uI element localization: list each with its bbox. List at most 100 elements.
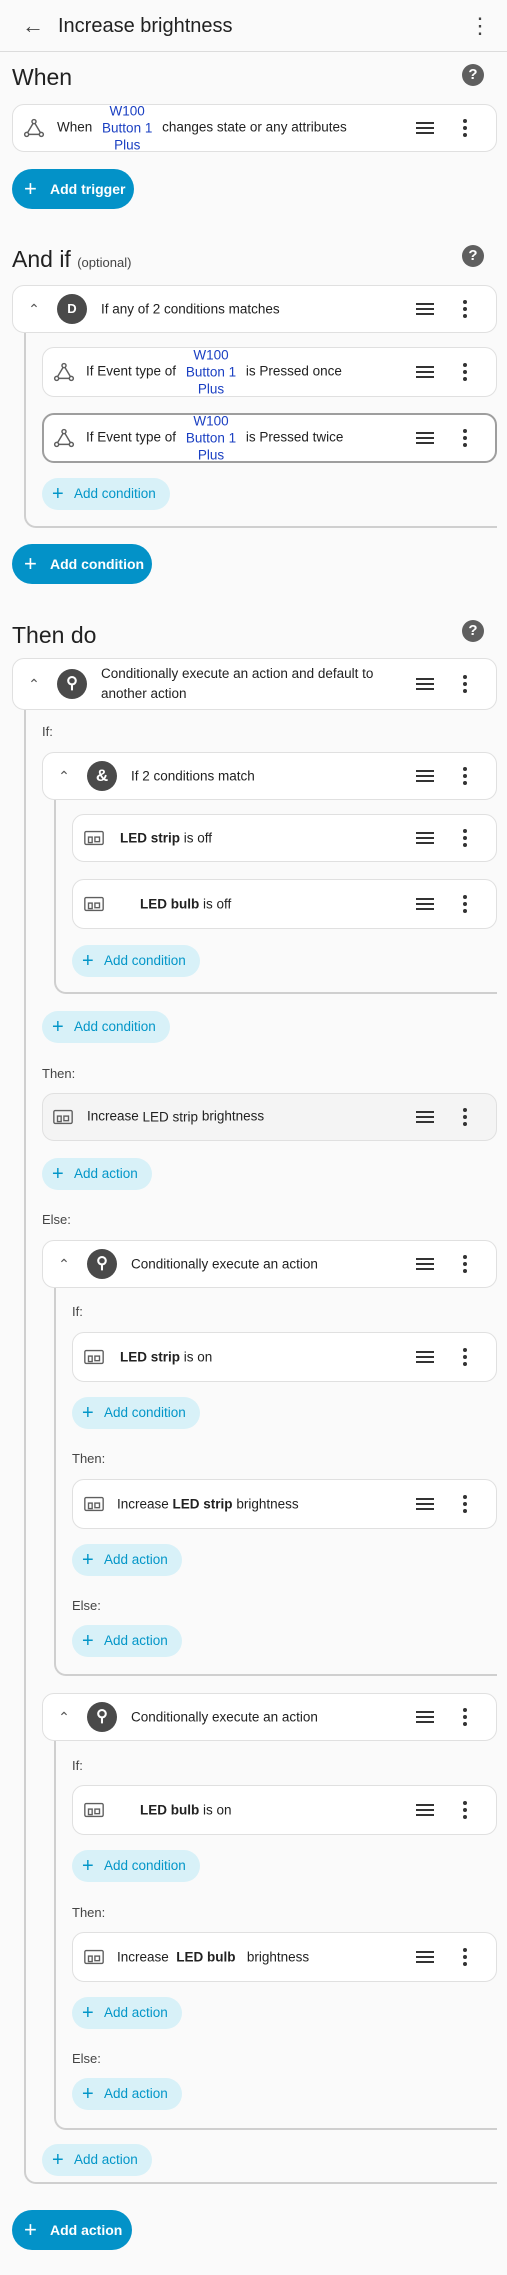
then-do-heading: Then do [12, 622, 97, 648]
add-condition-button[interactable]: + Add condition [42, 478, 170, 510]
dots-vertical-icon[interactable] [463, 895, 467, 913]
state-change-icon [23, 118, 45, 138]
add-action-button[interactable]: + Add action [72, 1625, 182, 1657]
device-icon [84, 1496, 104, 1512]
if-label: If: [72, 1758, 83, 1773]
dots-vertical-icon[interactable] [463, 1255, 467, 1273]
entity-name[interactable]: LED bulb [176, 1950, 235, 1965]
when-heading: When [12, 64, 73, 90]
add-action-button[interactable]: + Add action [72, 1544, 182, 1576]
drag-handle-icon[interactable] [416, 678, 434, 690]
dots-vertical-icon[interactable] [463, 363, 467, 381]
dots-vertical-icon[interactable] [463, 1948, 467, 1966]
then-label: Then: [72, 1451, 106, 1466]
action-row[interactable]: Increase LED strip brightness [72, 1479, 497, 1529]
plus-icon: + [24, 2217, 37, 2242]
add-action-button[interactable]: + Add action [42, 2144, 152, 2176]
dots-vertical-icon[interactable] [463, 119, 467, 137]
drag-handle-icon[interactable] [416, 1804, 434, 1816]
arrow-left-icon[interactable]: ← [18, 11, 48, 41]
dots-vertical-icon[interactable] [463, 429, 467, 447]
dots-vertical-icon[interactable] [463, 1108, 467, 1126]
plus-icon: + [52, 483, 64, 505]
and-condition-row[interactable]: ⌃ & If 2 conditions match [42, 752, 497, 800]
plus-icon: + [52, 1163, 64, 1185]
choose-action-row[interactable]: ⌃ ⚲ Conditionally execute an action and … [12, 658, 497, 710]
add-action-button[interactable]: + Add action [72, 1997, 182, 2029]
entity-name[interactable]: LED strip [173, 1497, 233, 1512]
dots-vertical-icon[interactable] [463, 1495, 467, 1513]
condition-row[interactable]: LED bulb is on [72, 1785, 497, 1835]
condition-row[interactable]: If Event type of W100 Button 1 Plus is Pre… [42, 413, 497, 463]
condition-row[interactable]: LED bulb is off [72, 879, 497, 929]
drag-handle-icon[interactable] [416, 1498, 434, 1510]
add-action-button[interactable]: + Add action [12, 2210, 132, 2250]
help-circle-icon[interactable]: ? [462, 64, 484, 86]
device-icon [84, 896, 104, 912]
drag-handle-icon[interactable] [416, 122, 434, 134]
choose-action-row[interactable]: ⌃ ⚲ Conditionally execute an action [42, 1240, 497, 1288]
drag-handle-icon[interactable] [416, 832, 434, 844]
else-label: Else: [72, 1598, 101, 1613]
dots-vertical-icon[interactable] [463, 1348, 467, 1366]
plus-icon: + [52, 2149, 64, 2171]
or-condition-row[interactable]: ⌃ D If any of 2 conditions matches [12, 285, 497, 333]
trigger-row[interactable]: When W100 Button 1 Plus changes state or a… [12, 103, 497, 154]
add-condition-button[interactable]: + Add condition [72, 1397, 200, 1429]
drag-handle-icon[interactable] [416, 432, 434, 444]
dots-vertical-icon[interactable] [463, 829, 467, 847]
add-condition-button[interactable]: + Add condition [72, 1850, 200, 1882]
drag-handle-icon[interactable] [416, 1351, 434, 1363]
entity-name[interactable]: LED bulb [140, 897, 199, 912]
add-action-button[interactable]: + Add action [72, 2078, 182, 2110]
drag-handle-icon[interactable] [416, 1111, 434, 1123]
device-icon [53, 1109, 73, 1125]
drag-handle-icon[interactable] [416, 303, 434, 315]
and-if-heading: And if (optional) [12, 246, 132, 272]
dots-vertical-icon[interactable] [463, 1708, 467, 1726]
entity-name[interactable]: LED strip [143, 1109, 199, 1126]
help-circle-icon[interactable]: ? [462, 245, 484, 267]
dots-vertical-icon[interactable] [463, 767, 467, 785]
drag-handle-icon[interactable] [416, 1711, 434, 1723]
chevron-up-icon[interactable]: ⌃ [26, 676, 42, 692]
plus-icon: + [82, 1549, 94, 1571]
dots-vertical-icon[interactable] [463, 1801, 467, 1819]
entity-chip[interactable]: W100 Button 1 Plus [186, 347, 236, 398]
entity-chip[interactable]: W100 Button 1 Plus [186, 413, 236, 464]
state-change-icon [53, 362, 75, 382]
entity-chip[interactable]: W100 Button 1 Plus [102, 103, 152, 154]
dots-vertical-icon[interactable] [463, 675, 467, 693]
add-condition-button[interactable]: + Add condition [42, 1011, 170, 1043]
chevron-up-icon[interactable]: ⌃ [26, 301, 42, 317]
drag-handle-icon[interactable] [416, 898, 434, 910]
dots-vertical-icon[interactable]: ⋮ [465, 11, 495, 41]
drag-handle-icon[interactable] [416, 770, 434, 782]
ampersand-icon: & [87, 761, 117, 791]
condition-row[interactable]: If Event type of W100 Button 1 Plus is Pre… [42, 347, 497, 397]
drag-handle-icon[interactable] [416, 366, 434, 378]
condition-row[interactable]: LED strip is on [72, 1332, 497, 1382]
action-row[interactable]: Increase LED bulb brightness [72, 1932, 497, 1982]
action-row[interactable]: Increase LED strip brightness [42, 1093, 497, 1141]
chevron-up-icon[interactable]: ⌃ [56, 1256, 72, 1272]
drag-handle-icon[interactable] [416, 1258, 434, 1270]
add-condition-button[interactable]: + Add condition [72, 945, 200, 977]
add-condition-button[interactable]: + Add condition [12, 544, 152, 584]
choose-action-row[interactable]: ⌃ ⚲ Conditionally execute an action [42, 1693, 497, 1741]
chevron-up-icon[interactable]: ⌃ [56, 1709, 72, 1725]
condition-row[interactable]: LED strip is off [72, 814, 497, 862]
drag-handle-icon[interactable] [416, 1951, 434, 1963]
trigger-prefix: When [57, 119, 93, 135]
entity-name[interactable]: LED bulb [140, 1803, 199, 1818]
entity-name[interactable]: LED strip [120, 1350, 180, 1365]
dots-vertical-icon[interactable] [463, 300, 467, 318]
plus-icon: + [82, 1855, 94, 1877]
plus-icon: + [82, 950, 94, 972]
branch-icon: ⚲ [87, 1249, 117, 1279]
chevron-up-icon[interactable]: ⌃ [56, 768, 72, 784]
help-circle-icon[interactable]: ? [462, 620, 484, 642]
add-action-button[interactable]: + Add action [42, 1158, 152, 1190]
entity-name[interactable]: LED strip [120, 831, 180, 846]
add-trigger-button[interactable]: + Add trigger [12, 169, 134, 209]
